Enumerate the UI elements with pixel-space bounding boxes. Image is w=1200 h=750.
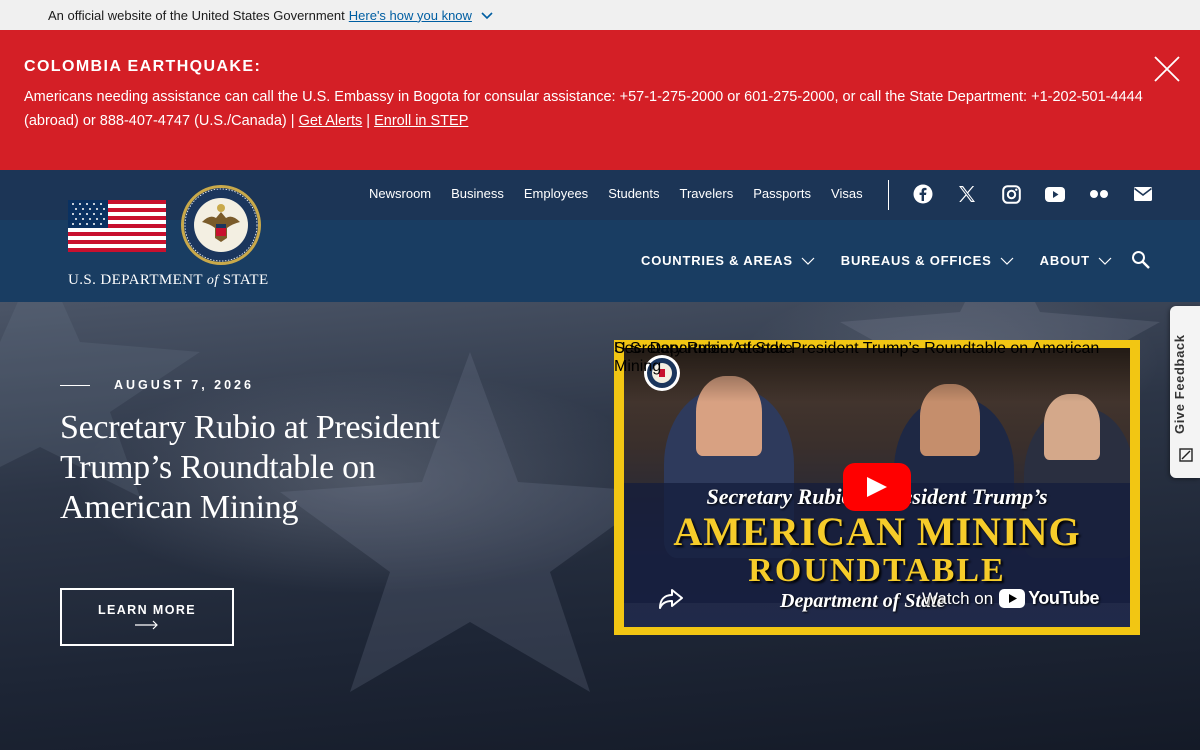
wordmark-pre: U.S. DEPARTMENT <box>68 272 207 288</box>
close-icon[interactable] <box>1152 54 1182 84</box>
emergency-alert: COLOMBIA EARTHQUAKE: Americans needing a… <box>0 30 1200 170</box>
util-nav-employees[interactable]: Employees <box>524 186 588 201</box>
play-icon <box>867 477 887 497</box>
get-alerts-link[interactable]: Get Alerts <box>299 113 363 129</box>
wordmark-post: STATE <box>218 272 269 288</box>
util-nav-visas[interactable]: Visas <box>831 186 863 201</box>
wordmark-of: of <box>206 273 219 288</box>
video-banner-line4: Department of State <box>780 590 946 612</box>
youtube-icon[interactable] <box>1044 184 1066 204</box>
social-links <box>912 184 1176 204</box>
main-nav: COUNTRIES & AREAS BUREAUS & OFFICES ABOU… <box>641 253 1138 268</box>
util-nav-newsroom[interactable]: Newsroom <box>369 186 431 201</box>
learn-more-label: LEARN MORE <box>97 603 197 617</box>
util-nav-passports[interactable]: Passports <box>753 186 811 201</box>
video-channel[interactable]: U.S. Department of State <box>614 340 793 358</box>
enroll-step-link[interactable]: Enroll in STEP <box>374 113 468 129</box>
nav-bureaus-offices-label: BUREAUS & OFFICES <box>840 253 992 268</box>
date-rule <box>60 384 90 386</box>
facebook-icon[interactable] <box>912 184 934 204</box>
nav-countries-areas-label: COUNTRIES & AREAS <box>641 253 793 268</box>
watch-on-youtube[interactable]: Watch on YouTube <box>922 588 1100 609</box>
nav-divider <box>888 180 889 210</box>
feedback-icon <box>1179 448 1193 462</box>
alert-title: COLOMBIA EARTHQUAKE: <box>24 58 262 75</box>
us-flag-icon <box>68 200 166 252</box>
learn-more-button[interactable]: LEARN MORE <box>60 588 234 646</box>
alert-message: Americans needing assistance can call th… <box>24 85 1144 133</box>
video-banner-line2: AMERICAN MINING <box>673 509 1081 554</box>
utility-nav: Newsroom Business Employees Students Tra… <box>369 186 883 201</box>
x-icon[interactable] <box>956 184 978 204</box>
video-banner-line3: ROUNDTABLE <box>748 552 1006 589</box>
share-icon[interactable] <box>658 587 684 611</box>
chevron-down-icon <box>1098 257 1112 265</box>
department-seal-icon <box>181 185 261 265</box>
watch-on-label: Watch on <box>922 588 994 608</box>
feedback-label: Give Feedback <box>1172 334 1187 434</box>
chevron-down-icon <box>1000 257 1014 265</box>
hero-date: AUGUST 7, 2026 <box>60 378 254 392</box>
speaker-face <box>1044 394 1100 460</box>
arrow-right-icon <box>135 620 158 630</box>
gov-banner: An official website of the United States… <box>0 0 1200 30</box>
email-icon[interactable] <box>1132 184 1154 204</box>
department-logo[interactable]: U.S. DEPARTMENT of STATE <box>66 184 269 294</box>
hero-title[interactable]: Secretary Rubio at President Trump’s Rou… <box>60 408 480 528</box>
nav-bureaus-offices[interactable]: BUREAUS & OFFICES <box>841 253 1014 268</box>
alert-separator: | <box>362 113 375 129</box>
hero-date-text: AUGUST 7, 2026 <box>114 378 254 392</box>
gov-banner-text: An official website of the United States… <box>48 7 345 23</box>
give-feedback-tab[interactable]: Give Feedback <box>1170 306 1200 478</box>
chevron-down-icon <box>801 257 815 265</box>
youtube-logo-icon <box>999 589 1026 608</box>
flickr-icon[interactable] <box>1088 184 1110 204</box>
youtube-logo: YouTube <box>999 588 1100 609</box>
nav-about[interactable]: ABOUT <box>1040 253 1112 268</box>
util-nav-business[interactable]: Business <box>451 186 504 201</box>
nav-countries-areas[interactable]: COUNTRIES & AREAS <box>641 253 815 268</box>
util-nav-students[interactable]: Students <box>608 186 659 201</box>
nav-about-label: ABOUT <box>1039 253 1090 268</box>
chevron-down-icon[interactable] <box>480 8 494 22</box>
department-wordmark: U.S. DEPARTMENT of STATE <box>68 272 269 289</box>
util-nav-travelers[interactable]: Travelers <box>680 186 734 201</box>
alert-message-text: Americans needing assistance can call th… <box>24 89 1143 129</box>
how-you-know-link[interactable]: Here's how you know <box>349 8 472 23</box>
instagram-icon[interactable] <box>1000 184 1022 204</box>
youtube-wordmark: YouTube <box>1028 588 1100 608</box>
play-button[interactable] <box>843 463 911 511</box>
search-icon[interactable] <box>1131 250 1151 270</box>
